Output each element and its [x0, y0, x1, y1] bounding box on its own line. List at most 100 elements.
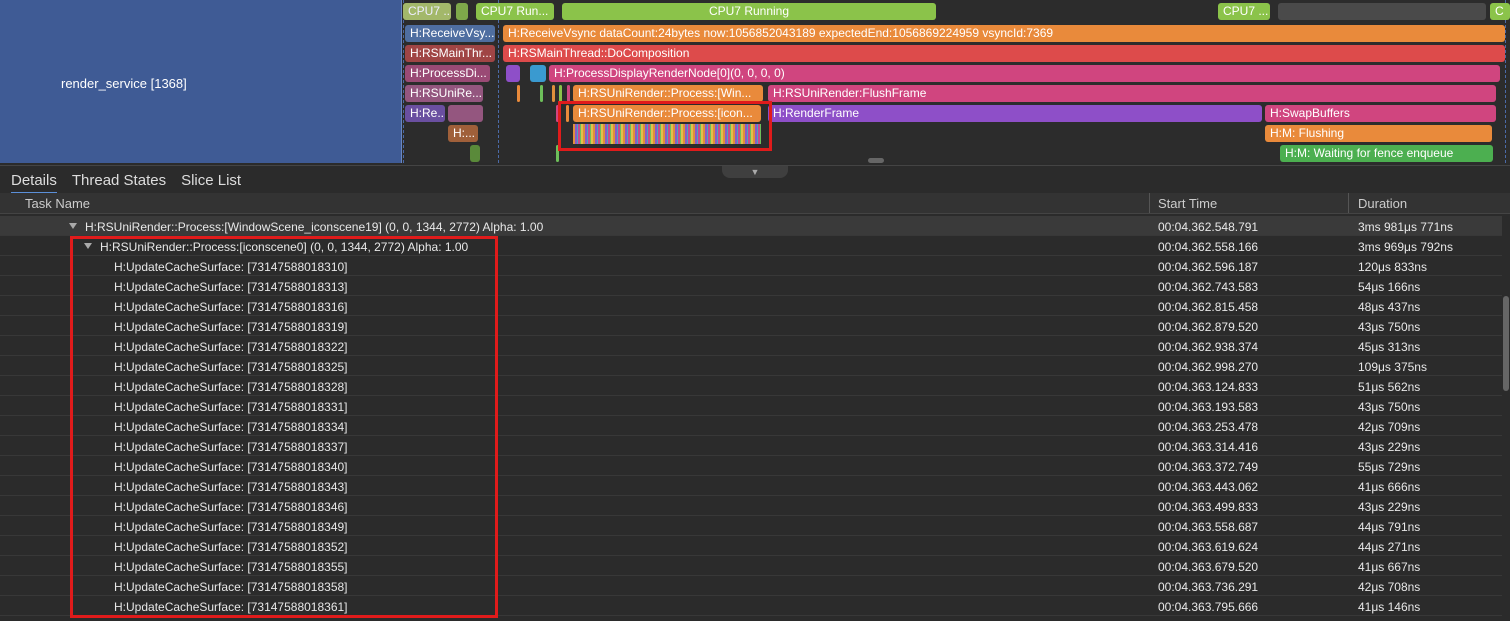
trace-timeline: render_service [1368] CPU7 ... CPU7 Run.…	[0, 0, 1510, 163]
cpu-slice[interactable]: CPU7 Running	[562, 3, 936, 20]
start-time-cell: 00:04.362.596.187	[1158, 260, 1259, 274]
slice-render-frame[interactable]: H:RenderFrame	[768, 105, 1262, 122]
table-row[interactable]: H:UpdateCacheSurface: [73147588018343] 00…	[0, 476, 1502, 496]
column-start-time[interactable]: Start Time	[1158, 196, 1217, 211]
thread-label[interactable]: H:RSUniRe...	[405, 85, 483, 102]
task-name-cell: H:UpdateCacheSurface: [73147588018355]	[114, 560, 348, 574]
slice-process-display[interactable]: H:ProcessDisplayRenderNode[0](0, 0, 0, 0…	[549, 65, 1500, 82]
slice-small[interactable]	[530, 65, 546, 82]
task-name-cell: H:UpdateCacheSurface: [73147588018358]	[114, 580, 348, 594]
start-time-cell: 00:04.363.736.291	[1158, 580, 1259, 594]
task-name-cell: H:UpdateCacheSurface: [73147588018313]	[114, 280, 348, 294]
duration-cell: 41μs 666ns	[1358, 480, 1421, 494]
cpu-slice-small[interactable]	[456, 3, 468, 20]
tab-slice-list[interactable]: Slice List	[181, 172, 241, 194]
cpu-slice[interactable]: CPU7 Run...	[476, 3, 554, 20]
start-time-cell: 00:04.362.938.374	[1158, 340, 1259, 354]
start-time-cell: 00:04.362.815.458	[1158, 300, 1259, 314]
duration-cell: 44μs 271ns	[1358, 540, 1421, 554]
table-row[interactable]: H:UpdateCacheSurface: [73147588018340] 00…	[0, 456, 1502, 476]
task-name-cell: H:RSUniRender::Process:[iconscene0] (0, …	[100, 240, 469, 254]
table-row[interactable]: H:UpdateCacheSurface: [73147588018361] 00…	[0, 596, 1502, 616]
task-name-cell: H:UpdateCacheSurface: [73147588018340]	[114, 460, 348, 474]
thread-label[interactable]: H:RSMainThr...	[405, 45, 495, 62]
table-row[interactable]: H:UpdateCacheSurface: [73147588018313] 00…	[0, 276, 1502, 296]
duration-cell: 41μs 667ns	[1358, 560, 1421, 574]
expand-toggle-icon[interactable]	[69, 223, 77, 229]
task-name-cell: H:UpdateCacheSurface: [73147588018352]	[114, 540, 348, 554]
cpu-slice[interactable]: CPU7 ...	[403, 3, 451, 20]
table-row[interactable]: H:UpdateCacheSurface: [73147588018331] 00…	[0, 396, 1502, 416]
table-row[interactable]: H:UpdateCacheSurface: [73147588018319] 00…	[0, 316, 1502, 336]
slice-tick	[556, 105, 559, 122]
column-divider[interactable]	[1348, 193, 1349, 213]
table-row[interactable]: H:UpdateCacheSurface: [73147588018346] 00…	[0, 496, 1502, 516]
table-row[interactable]: H:UpdateCacheSurface: [73147588018316] 00…	[0, 296, 1502, 316]
tab-thread-states[interactable]: Thread States	[72, 172, 166, 194]
start-time-cell: 00:04.363.372.749	[1158, 460, 1259, 474]
tab-details[interactable]: Details	[11, 172, 57, 194]
table-row[interactable]: H:UpdateCacheSurface: [73147588018310] 00…	[0, 256, 1502, 276]
thread-label[interactable]: H:ReceiveVsy...	[405, 25, 495, 42]
duration-cell: 55μs 729ns	[1358, 460, 1421, 474]
column-divider[interactable]	[1149, 193, 1150, 213]
table-row[interactable]: H:UpdateCacheSurface: [73147588018358] 00…	[0, 576, 1502, 596]
duration-cell: 3ms 969μs 792ns	[1358, 240, 1453, 254]
thread-label[interactable]: H:ProcessDi...	[405, 65, 490, 82]
process-name: render_service [1368]	[61, 76, 187, 91]
task-name-cell: H:UpdateCacheSurface: [73147588018334]	[114, 420, 348, 434]
start-time-cell: 00:04.362.558.166	[1158, 240, 1259, 254]
table-row[interactable]: H:UpdateCacheSurface: [73147588018349] 00…	[0, 516, 1502, 536]
slice-flush-frame[interactable]: H:RSUniRender:FlushFrame	[768, 85, 1496, 102]
expand-toggle-icon[interactable]	[84, 243, 92, 249]
start-time-cell: 00:04.363.443.062	[1158, 480, 1259, 494]
scroll-indicator[interactable]	[868, 158, 884, 163]
scrollbar-thumb[interactable]	[1503, 296, 1509, 391]
table-row[interactable]: H:RSUniRender::Process:[iconscene0] (0, …	[0, 236, 1502, 256]
table-row[interactable]: H:UpdateCacheSurface: [73147588018322] 00…	[0, 336, 1502, 356]
task-name-cell: H:UpdateCacheSurface: [73147588018337]	[114, 440, 348, 454]
table-row[interactable]: H:UpdateCacheSurface: [73147588018328] 00…	[0, 376, 1502, 396]
table-row[interactable]: H:RSUniRender::Process:[WindowScene_icon…	[0, 216, 1502, 236]
duration-cell: 44μs 791ns	[1358, 520, 1421, 534]
slice-tick	[567, 85, 570, 102]
table-row[interactable]: H:UpdateCacheSurface: [73147588018352] 00…	[0, 536, 1502, 556]
column-task-name[interactable]: Task Name	[25, 196, 90, 211]
table-row[interactable]: H:UpdateCacheSurface: [73147588018355] 00…	[0, 556, 1502, 576]
start-time-cell: 00:04.363.193.583	[1158, 400, 1259, 414]
cpu-slice[interactable]: C	[1490, 3, 1510, 20]
duration-cell: 120μs 833ns	[1358, 260, 1427, 274]
cpu-slice[interactable]: CPU7 ...	[1218, 3, 1270, 20]
slice-swap-buffers[interactable]: H:SwapBuffers	[1265, 105, 1496, 122]
slice-do-composition[interactable]: H:RSMainThread::DoComposition	[503, 45, 1505, 62]
table-row[interactable]: H:UpdateCacheSurface: [73147588018337] 00…	[0, 436, 1502, 456]
panel-resize-handle[interactable]: ▼	[722, 166, 788, 178]
vsync-marker	[1505, 0, 1506, 163]
slice-waiting-fence[interactable]: H:M: Waiting for fence enqueue	[1280, 145, 1493, 162]
duration-cell: 42μs 709ns	[1358, 420, 1421, 434]
process-row-label[interactable]: render_service [1368]	[0, 0, 402, 163]
start-time-cell: 00:04.362.879.520	[1158, 320, 1259, 334]
slice-tick	[540, 85, 543, 102]
slice-process-window[interactable]: H:RSUniRender::Process:[Win...	[573, 85, 763, 102]
slice-process-icon[interactable]: H:RSUniRender::Process:[icon...	[573, 105, 761, 122]
slice-receive-vsync[interactable]: H:ReceiveVsync dataCount:24bytes now:105…	[503, 25, 1505, 42]
table-row[interactable]: H:UpdateCacheSurface: [73147588018325] 00…	[0, 356, 1502, 376]
slice-small[interactable]	[506, 65, 520, 82]
task-name-cell: H:UpdateCacheSurface: [73147588018343]	[114, 480, 348, 494]
thread-label-small[interactable]	[448, 105, 483, 122]
thread-label[interactable]: H:Re...	[405, 105, 445, 122]
slice-tick	[566, 105, 569, 122]
vertical-scrollbar[interactable]	[1502, 216, 1510, 621]
thread-label-small[interactable]	[470, 145, 480, 162]
duration-cell: 43μs 750ns	[1358, 320, 1421, 334]
start-time-cell: 00:04.362.743.583	[1158, 280, 1259, 294]
column-duration[interactable]: Duration	[1358, 196, 1407, 211]
vsync-marker	[403, 0, 404, 163]
panel-tabs: Details Thread States Slice List	[11, 172, 256, 194]
update-cache-surface-slices[interactable]	[573, 124, 761, 144]
thread-label[interactable]: H:...	[448, 125, 478, 142]
table-row[interactable]: H:UpdateCacheSurface: [73147588018334] 00…	[0, 416, 1502, 436]
slice-tick	[556, 145, 559, 162]
slice-flushing[interactable]: H:M: Flushing	[1265, 125, 1492, 142]
